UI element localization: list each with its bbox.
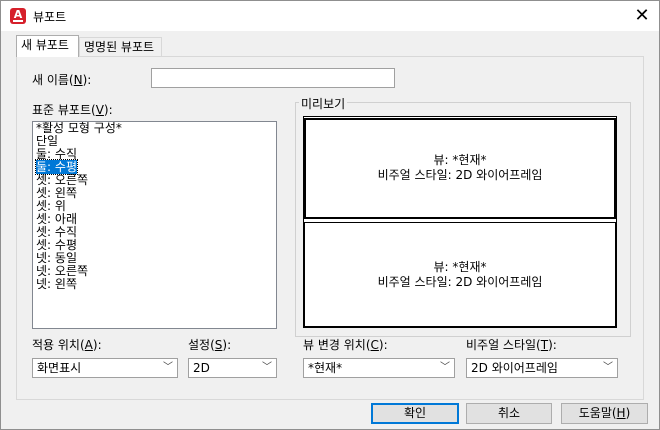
ok-button[interactable]: 확인: [371, 403, 459, 424]
visual-style-value: 2D 와이어프레임: [471, 361, 558, 375]
viewport-style-text: 비주얼 스타일: 2D 와이어프레임: [377, 168, 543, 182]
autocad-a-icon: A: [10, 8, 26, 24]
cancel-button[interactable]: 취소: [466, 403, 552, 424]
new-name-field[interactable]: [151, 68, 395, 88]
chevron-down-icon: ﹀: [262, 362, 272, 373]
help-button[interactable]: 도움말(H): [561, 403, 648, 424]
apply-to-label: 적용 위치(A):: [32, 338, 102, 352]
visual-style-label: 비주얼 스타일(T):: [466, 338, 557, 352]
list-item[interactable]: 넷: 왼쪽: [33, 278, 276, 291]
viewport-preview-top[interactable]: 뷰: *현재* 비주얼 스타일: 2D 와이어프레임: [304, 118, 616, 219]
standard-viewports-list[interactable]: *활성 모형 구성* 단일 둘: 수직 둘: 수평 셋: 오른쪽 셋: 왼쪽 셋…: [32, 121, 277, 329]
viewport-view-text: 뷰: *현재*: [433, 260, 487, 274]
title-bar: A 뷰포트 ✕: [1, 1, 659, 31]
tab-named-viewports[interactable]: 명명된 뷰포트: [79, 37, 162, 57]
change-view-dropdown[interactable]: *현재* ﹀: [303, 358, 455, 378]
list-item[interactable]: 셋: 왼쪽: [33, 187, 276, 200]
standard-viewports-label: 표준 뷰포트(V):: [32, 103, 113, 117]
tab-label: 명명된 뷰포트: [84, 40, 155, 54]
apply-to-value: 화면표시: [37, 361, 82, 375]
chevron-down-icon: ﹀: [163, 362, 173, 373]
preview-caption: 미리보기: [299, 95, 348, 112]
window-title: 뷰포트: [33, 10, 67, 24]
list-item[interactable]: *활성 모형 구성*: [33, 122, 276, 135]
viewport-preview-bottom[interactable]: 뷰: *현재* 비주얼 스타일: 2D 와이어프레임: [304, 222, 616, 327]
apply-to-dropdown[interactable]: 화면표시 ﹀: [32, 358, 178, 378]
change-view-label: 뷰 변경 위치(C):: [303, 338, 388, 352]
viewports-dialog: A 뷰포트 ✕ 새 뷰포트 명명된 뷰포트 새 이름(N): 표준 뷰포트(V)…: [0, 0, 660, 430]
close-button[interactable]: ✕: [627, 3, 657, 29]
new-name-label: 새 이름(N):: [32, 73, 92, 87]
setup-label: 설정(S):: [188, 338, 232, 352]
viewport-style-text: 비주얼 스타일: 2D 와이어프레임: [377, 275, 543, 289]
setup-dropdown[interactable]: 2D ﹀: [188, 358, 277, 378]
chevron-down-icon: ﹀: [603, 362, 613, 373]
tab-label: 새 뷰포트: [21, 38, 69, 52]
viewport-view-text: 뷰: *현재*: [433, 153, 487, 167]
tab-new-viewports[interactable]: 새 뷰포트: [16, 35, 79, 57]
setup-value: 2D: [193, 361, 210, 375]
change-view-value: *현재*: [308, 361, 343, 375]
visual-style-dropdown[interactable]: 2D 와이어프레임 ﹀: [466, 358, 618, 378]
chevron-down-icon: ﹀: [440, 362, 450, 373]
